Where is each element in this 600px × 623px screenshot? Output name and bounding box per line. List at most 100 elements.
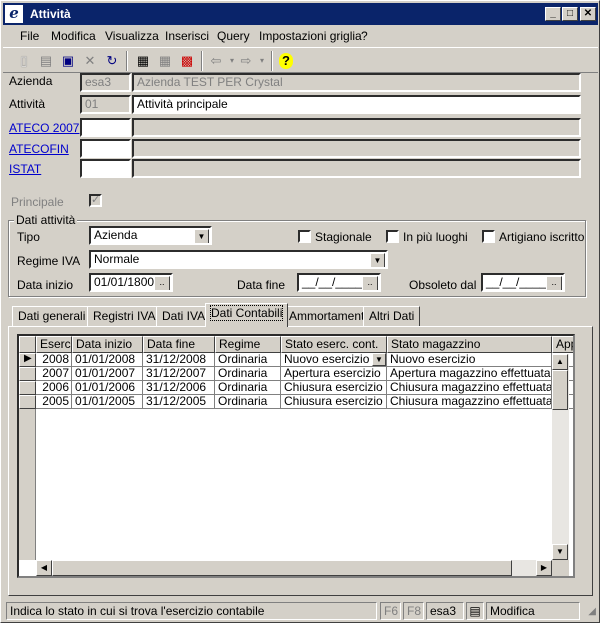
chevron-down-icon[interactable]: ▼ (372, 353, 386, 366)
toolbar: ▯ ▤ ▣ ✕ ↻ ▦ ▦ ▩ ⇦ ▾ ⇨ ▾ ? (3, 47, 598, 73)
help-icon[interactable]: ? (279, 53, 293, 69)
table-cell[interactable]: Ordinaria (215, 367, 281, 381)
table-cell[interactable]: Apertura magazzino effettuata (387, 367, 552, 381)
row-selector[interactable] (19, 381, 36, 395)
piu-luoghi-checkbox[interactable] (386, 230, 399, 243)
refresh-icon[interactable]: ↻ (103, 52, 121, 70)
save-icon[interactable]: ▣ (59, 52, 77, 70)
col-header-stato-eserc[interactable]: Stato eserc. cont. (281, 336, 387, 353)
menu-visualizza[interactable]: Visualizza (105, 29, 159, 43)
menu-file[interactable]: File (20, 29, 39, 43)
horizontal-scroll-thumb[interactable] (52, 560, 512, 576)
tab-registri-iva[interactable]: Registri IVA (87, 306, 162, 326)
chevron-down-icon[interactable]: ▼ (370, 253, 385, 267)
atecofin-code-field[interactable] (80, 139, 131, 158)
attivita-name-field[interactable]: Attività principale (132, 95, 581, 114)
delete-icon[interactable]: ✕ (81, 52, 99, 70)
table-cell[interactable]: 2005 (36, 395, 72, 409)
data-inizio-field[interactable]: 01/01/1800 .. (89, 273, 173, 292)
tab-ammortamenti[interactable]: Ammortamenti (283, 306, 374, 326)
table-cell[interactable]: Ordinaria (215, 395, 281, 409)
stato-eserc-dropdown[interactable]: Nuovo esercizio ▼ (281, 353, 387, 367)
new-icon[interactable]: ▯ (15, 52, 33, 70)
table-cell[interactable]: 01/01/2005 (72, 395, 143, 409)
row-selector[interactable] (19, 395, 36, 409)
tab-dati-contabili[interactable]: Dati Contabili (205, 303, 289, 327)
istat-link[interactable]: ISTAT (9, 162, 41, 176)
menu-inserisci[interactable]: Inserisci (165, 29, 209, 43)
tab-dati-generali[interactable]: Dati generali (12, 306, 92, 326)
stagionale-label: Stagionale (315, 230, 372, 244)
obsoleto-field[interactable]: __/__/____ .. (481, 273, 565, 292)
table-cell[interactable]: 31/12/2008 (143, 353, 215, 367)
scroll-down-icon[interactable]: ▼ (552, 544, 568, 560)
ateco-code-field[interactable] (80, 118, 131, 137)
stagionale-checkbox[interactable] (298, 230, 311, 243)
esercizi-grid[interactable]: Eserc. Data inizio Data fine Regime Stat… (17, 334, 575, 578)
table-cell[interactable]: Chiusura magazzino effettuata (387, 395, 552, 409)
scroll-corner (552, 560, 569, 576)
close-button[interactable]: ✕ (580, 7, 596, 21)
table-cell[interactable]: 01/01/2006 (72, 381, 143, 395)
date-picker-button[interactable]: .. (154, 276, 170, 290)
data-fine-field[interactable]: __/__/____ .. (297, 273, 381, 292)
table-cell[interactable]: Chiusura magazzino effettuata (387, 381, 552, 395)
table-cell[interactable]: 01/01/2008 (72, 353, 143, 367)
regime-iva-select[interactable]: Normale ▼ (89, 250, 388, 269)
col-header-regime[interactable]: Regime (215, 336, 281, 353)
main-window: e Attività _ □ ✕ File Modifica Visualizz… (0, 0, 600, 623)
grid-icon[interactable]: ▦ (156, 52, 174, 70)
table-cell[interactable]: 2007 (36, 367, 72, 381)
menu-impostazioni-griglia[interactable]: Impostazioni griglia (259, 29, 362, 43)
dati-attivita-legend: Dati attività (14, 213, 78, 227)
title-bar[interactable]: e Attività _ □ ✕ (3, 3, 598, 25)
table-cell[interactable]: Nuovo esercizio (387, 353, 552, 367)
istat-code-field[interactable] (80, 159, 131, 178)
col-header-stato-magazzino[interactable]: Stato magazzino (387, 336, 552, 353)
table-cell[interactable]: Apertura esercizio (281, 367, 387, 381)
grid-edit-icon[interactable]: ▦ (134, 52, 152, 70)
atecofin-link[interactable]: ATECOFIN (9, 142, 69, 156)
chevron-down-icon[interactable]: ▼ (194, 229, 209, 243)
scroll-up-icon[interactable]: ▲ (552, 354, 568, 370)
table-cell[interactable]: 31/12/2006 (143, 381, 215, 395)
date-picker-button[interactable]: .. (546, 276, 562, 290)
data-fine-value: __/__/____ (302, 275, 363, 289)
table-cell[interactable]: 2008 (36, 353, 72, 367)
row-selector[interactable] (19, 367, 36, 381)
scroll-left-icon[interactable]: ◀ (36, 560, 52, 576)
ateco-link[interactable]: ATECO 2007 (9, 121, 79, 135)
forward-dropdown-icon[interactable]: ▾ (253, 52, 271, 70)
open-icon[interactable]: ▤ (37, 52, 55, 70)
table-cell[interactable]: 2006 (36, 381, 72, 395)
resize-grip-icon[interactable]: ◢ (582, 605, 596, 619)
table-cell[interactable]: 01/01/2007 (72, 367, 143, 381)
table-cell[interactable]: Chiusura esercizio (281, 395, 387, 409)
maximize-button[interactable]: □ (562, 7, 578, 21)
date-picker-button[interactable]: .. (362, 276, 378, 290)
table-cell[interactable]: Ordinaria (215, 353, 281, 367)
table-cell[interactable]: Chiusura esercizio (281, 381, 387, 395)
minimize-button[interactable]: _ (545, 7, 561, 21)
horizontal-scrollbar[interactable]: ◀ ▶ (36, 560, 552, 576)
menu-query[interactable]: Query (217, 29, 250, 43)
artigiano-checkbox[interactable] (482, 230, 495, 243)
tab-altri-dati[interactable]: Altri Dati (363, 306, 421, 326)
table-cell[interactable]: Ordinaria (215, 381, 281, 395)
tab-dati-iva[interactable]: Dati IVA (156, 306, 212, 326)
grid-delete-icon[interactable]: ▩ (178, 52, 196, 70)
table-cell[interactable]: 31/12/2007 (143, 367, 215, 381)
tipo-select[interactable]: Azienda ▼ (89, 226, 212, 245)
col-header-data-fine[interactable]: Data fine (143, 336, 215, 353)
vertical-scrollbar[interactable]: ▲ ▼ (552, 354, 569, 560)
menu-help[interactable]: ? (361, 29, 368, 43)
vertical-scroll-thumb[interactable] (552, 370, 568, 410)
table-cell[interactable]: 31/12/2005 (143, 395, 215, 409)
col-header-data-inizio[interactable]: Data inizio (72, 336, 143, 353)
menu-modifica[interactable]: Modifica (51, 29, 96, 43)
col-header-eserc[interactable]: Eserc. (36, 336, 72, 353)
row-selector[interactable]: ▶ (19, 353, 36, 367)
tipo-label: Tipo (17, 230, 40, 244)
scroll-right-icon[interactable]: ▶ (536, 560, 552, 576)
col-header-app[interactable]: App (552, 336, 573, 353)
